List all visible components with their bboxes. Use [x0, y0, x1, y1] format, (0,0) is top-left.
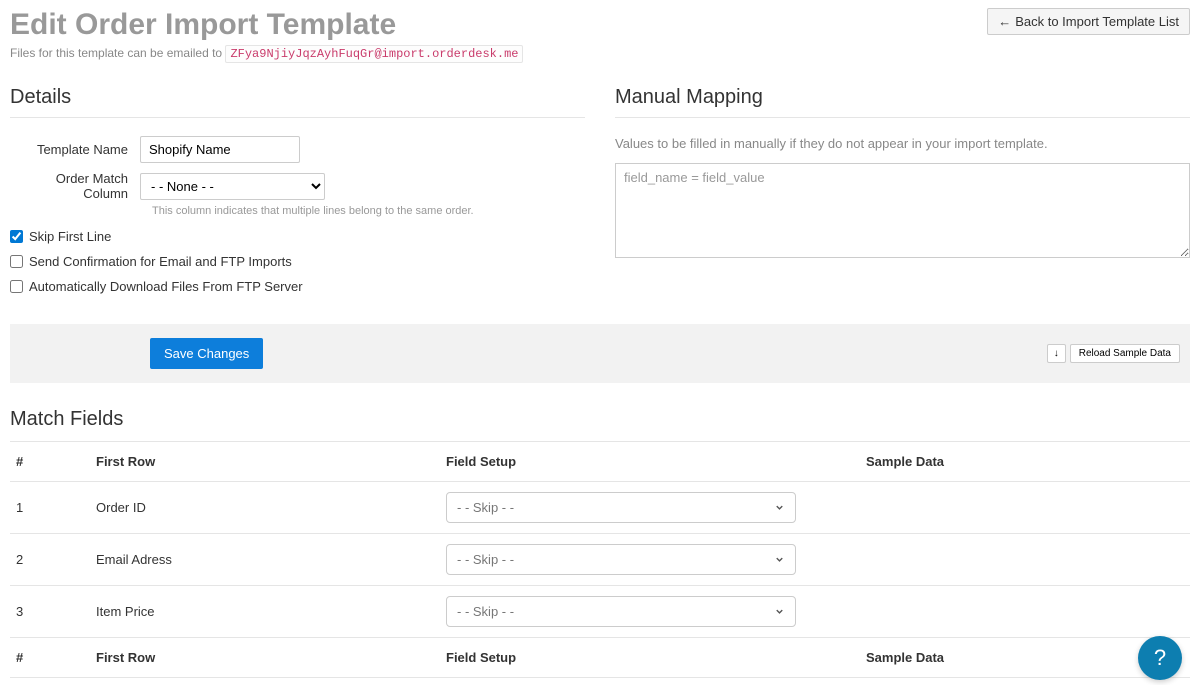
template-name-label: Template Name — [10, 142, 140, 157]
row-sample — [860, 482, 1190, 534]
footer-idx: # — [10, 638, 90, 678]
header-sample-data: Sample Data — [860, 442, 1190, 482]
row-first: Email Adress — [90, 534, 440, 586]
send-confirmation-checkbox[interactable] — [10, 255, 23, 268]
row-idx: 3 — [10, 586, 90, 638]
template-email: ZFya9NjiyJqzAyhFuqGr@import.orderdesk.me — [225, 45, 523, 63]
header-field-setup: Field Setup — [440, 442, 860, 482]
table-row: 1 Order ID - - Skip - - — [10, 482, 1190, 534]
download-icon-button[interactable]: ↓ — [1047, 344, 1066, 363]
back-button[interactable]: ← Back to Import Template List — [987, 8, 1190, 35]
email-subtext: Files for this template can be emailed t… — [10, 46, 523, 61]
match-fields-table: # First Row Field Setup Sample Data 1 Or… — [10, 442, 1190, 678]
field-setup-select[interactable]: - - Skip - - — [446, 596, 796, 627]
row-idx: 1 — [10, 482, 90, 534]
send-confirmation-label: Send Confirmation for Email and FTP Impo… — [29, 254, 292, 269]
reload-button[interactable]: Reload Sample Data — [1070, 344, 1180, 363]
order-match-label: Order Match Column — [10, 171, 140, 201]
mapping-textarea[interactable] — [615, 163, 1190, 258]
row-sample — [860, 534, 1190, 586]
footer-first-row: First Row — [90, 638, 440, 678]
template-name-input[interactable] — [140, 136, 300, 163]
row-sample — [860, 586, 1190, 638]
footer-field-setup: Field Setup — [440, 638, 860, 678]
header-first-row: First Row — [90, 442, 440, 482]
table-row: 3 Item Price - - Skip - - — [10, 586, 1190, 638]
field-setup-select[interactable]: - - Skip - - — [446, 544, 796, 575]
row-idx: 2 — [10, 534, 90, 586]
mapping-help: Values to be filled in manually if they … — [615, 136, 1190, 151]
header-idx: # — [10, 442, 90, 482]
skip-first-line-checkbox[interactable] — [10, 230, 23, 243]
auto-download-checkbox[interactable] — [10, 280, 23, 293]
row-first: Order ID — [90, 482, 440, 534]
table-row: 2 Email Adress - - Skip - - — [10, 534, 1190, 586]
back-button-label: Back to Import Template List — [1015, 14, 1179, 29]
help-fab-button[interactable]: ? — [1138, 636, 1182, 680]
save-button[interactable]: Save Changes — [150, 338, 263, 369]
match-fields-title: Match Fields — [10, 408, 1190, 442]
page-title: Edit Order Import Template — [10, 8, 523, 42]
field-setup-select[interactable]: - - Skip - - — [446, 492, 796, 523]
auto-download-label: Automatically Download Files From FTP Se… — [29, 279, 303, 294]
details-title: Details — [10, 86, 585, 118]
action-bar: Save Changes ↓ Reload Sample Data — [10, 324, 1190, 383]
row-first: Item Price — [90, 586, 440, 638]
order-match-help: This column indicates that multiple line… — [152, 205, 585, 217]
arrow-left-icon: ← — [998, 14, 1011, 29]
mapping-title: Manual Mapping — [615, 86, 1190, 118]
subtext-prefix: Files for this template can be emailed t… — [10, 46, 225, 60]
skip-first-line-label: Skip First Line — [29, 229, 111, 244]
order-match-select[interactable]: - - None - - — [140, 173, 325, 200]
